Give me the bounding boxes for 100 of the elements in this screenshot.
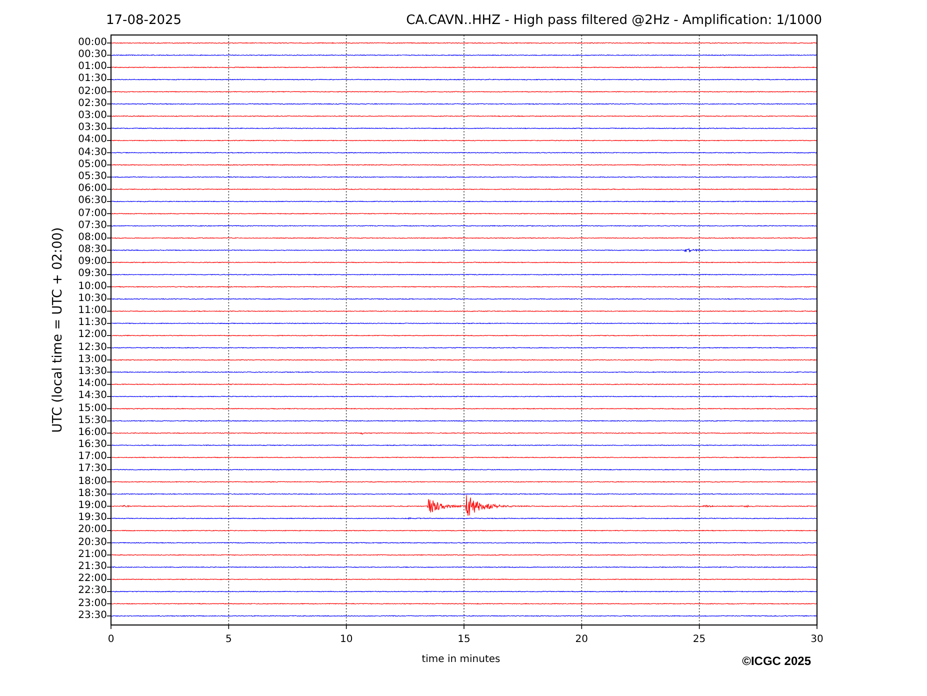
- y-tick-label: 09:30: [78, 268, 107, 281]
- y-tick-label: 01:00: [78, 61, 107, 74]
- tick-mark: [106, 250, 112, 251]
- x-tick-label: 15: [458, 634, 470, 645]
- tick-mark: [106, 286, 112, 288]
- tick-mark: [106, 566, 112, 568]
- tick-mark: [106, 164, 112, 166]
- y-tick-label: 20:00: [78, 524, 107, 537]
- tick-mark: [106, 457, 112, 458]
- y-tick-label: 13:30: [78, 366, 107, 378]
- tick-mark: [106, 322, 112, 324]
- tick-mark: [106, 384, 112, 385]
- y-tick-label: 12:00: [78, 329, 107, 342]
- y-tick-label: 05:00: [78, 158, 107, 171]
- y-tick-label: 22:30: [78, 585, 107, 598]
- tick-mark: [106, 591, 112, 592]
- tick-mark: [106, 274, 112, 275]
- x-tick-label: 0: [108, 634, 114, 645]
- y-tick-label: 03:00: [78, 110, 107, 122]
- y-axis-label: UTC (local time = UTC + 02:00): [50, 227, 66, 433]
- y-tick-label: 03:30: [78, 122, 107, 134]
- copyright-text: ©ICGC 2025: [742, 654, 811, 668]
- tick-mark: [106, 372, 112, 373]
- tick-mark: [106, 262, 112, 263]
- tick-mark: [106, 188, 112, 190]
- x-tick-label: 5: [225, 634, 232, 645]
- y-tick-label: 06:30: [78, 195, 107, 208]
- tick-mark: [106, 201, 112, 202]
- tick-mark: [106, 298, 112, 300]
- y-tick-label: 00:00: [78, 36, 107, 50]
- tick-mark: [106, 420, 112, 422]
- y-tick-label: 19:00: [78, 500, 107, 512]
- tick-mark: [106, 176, 112, 178]
- date-label: 17-08-2025: [106, 13, 182, 28]
- y-tick-label: 14:00: [78, 378, 107, 390]
- y-tick-label: 16:30: [78, 439, 107, 452]
- tick-mark: [816, 624, 818, 630]
- y-tick-label: 19:30: [78, 512, 107, 524]
- y-tick-label: 05:30: [78, 170, 107, 184]
- y-tick-label: 02:30: [78, 98, 107, 110]
- y-tick-label: 10:30: [78, 292, 107, 306]
- y-tick-label: 08:30: [78, 244, 107, 256]
- tick-mark: [110, 624, 112, 630]
- y-tick-label: 13:00: [78, 354, 107, 366]
- tick-mark: [106, 530, 112, 531]
- tick-mark: [106, 469, 112, 470]
- y-tick-label: 11:00: [78, 305, 107, 318]
- tick-mark: [106, 91, 112, 92]
- tick-mark: [106, 554, 112, 556]
- y-tick-label: 06:00: [78, 183, 107, 196]
- tick-mark: [106, 481, 112, 482]
- y-tick-label: 21:00: [78, 548, 107, 561]
- y-tick-label: 07:00: [78, 208, 107, 220]
- tick-mark: [106, 603, 112, 604]
- y-tick-label: 01:30: [78, 73, 107, 86]
- tick-mark: [106, 213, 112, 214]
- tick-mark: [106, 128, 112, 129]
- y-tick-label: 22:00: [78, 573, 107, 586]
- y-tick-label: 21:30: [78, 560, 107, 574]
- tick-mark: [106, 116, 112, 117]
- x-tick-label: 25: [692, 634, 706, 645]
- tick-mark: [346, 624, 347, 630]
- tick-mark: [106, 42, 112, 44]
- tick-mark: [106, 432, 112, 434]
- y-tick-label: 09:00: [78, 256, 107, 268]
- y-tick-label: 10:00: [78, 280, 107, 293]
- tick-mark: [106, 542, 112, 544]
- tick-mark: [228, 624, 230, 630]
- y-tick-label: 17:00: [78, 451, 107, 464]
- y-tick-label: 16:00: [78, 426, 107, 440]
- tick-mark: [106, 54, 112, 56]
- plot-title: CA.CAVN..HHZ - High pass filtered @2Hz - Amplification: 1/1000: [406, 13, 822, 28]
- y-tick-label: 11:30: [78, 317, 107, 330]
- y-tick-label: 14:30: [78, 390, 107, 403]
- y-tick-label: 18:00: [78, 476, 107, 488]
- tick-mark: [106, 578, 112, 580]
- x-tick-label: 10: [340, 634, 353, 645]
- x-axis-label: time in minutes: [422, 654, 500, 665]
- y-tick-label: 12:30: [78, 342, 107, 354]
- tick-mark: [106, 444, 112, 446]
- y-tick-label: 15:30: [78, 414, 107, 427]
- tick-mark: [106, 140, 112, 141]
- y-tick-label: 23:00: [78, 598, 107, 610]
- tick-mark: [106, 518, 112, 519]
- y-tick-label: 02:00: [78, 86, 107, 98]
- tick-mark: [106, 347, 112, 348]
- tick-mark: [106, 335, 112, 336]
- tick-mark: [698, 624, 700, 630]
- tick-mark: [106, 152, 112, 154]
- y-tick-label: 15:00: [78, 402, 107, 415]
- tick-mark: [581, 624, 582, 630]
- y-tick-label: 20:30: [78, 536, 107, 549]
- tick-mark: [106, 396, 112, 397]
- tick-mark: [106, 225, 112, 226]
- y-tick-label: 18:30: [78, 488, 107, 500]
- tick-mark: [106, 506, 112, 507]
- tick-mark: [106, 310, 112, 312]
- y-tick-label: 08:00: [78, 232, 107, 244]
- tick-mark: [106, 408, 112, 410]
- y-tick-label: 23:30: [78, 610, 107, 622]
